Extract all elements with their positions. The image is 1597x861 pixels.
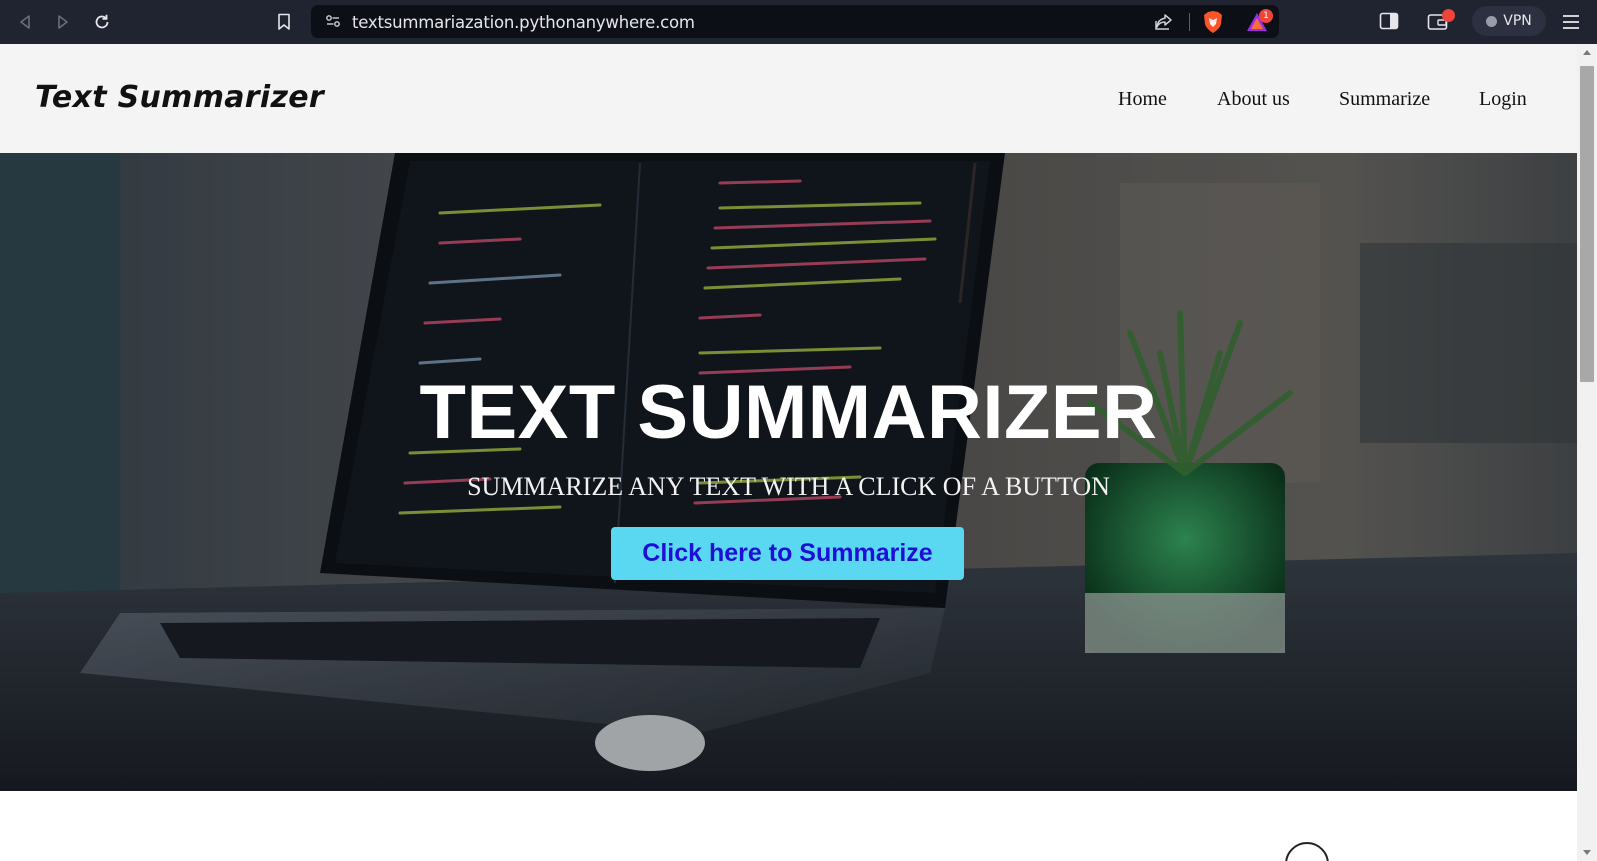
scrollbar-thumb[interactable] bbox=[1580, 66, 1594, 382]
vpn-label: VPN bbox=[1503, 13, 1532, 29]
nav-login[interactable]: Login bbox=[1479, 88, 1527, 111]
hero-title: TEXT SUMMARIZER bbox=[419, 370, 1158, 455]
menu-icon[interactable] bbox=[1561, 13, 1581, 31]
vpn-button[interactable]: VPN bbox=[1472, 6, 1546, 36]
browser-toolbar: textsummariazation.pythonanywhere.com 1 … bbox=[0, 0, 1597, 44]
share-icon[interactable] bbox=[1154, 12, 1174, 32]
page-viewport: Text Summarizer Home About us Summarize … bbox=[0, 44, 1577, 861]
page-scrollbar[interactable] bbox=[1577, 44, 1597, 861]
summarize-cta-button[interactable]: Click here to Summarize bbox=[611, 527, 964, 580]
scroll-up-icon[interactable] bbox=[1583, 50, 1591, 55]
toolbar-separator bbox=[1189, 13, 1190, 31]
site-info-icon[interactable] bbox=[325, 13, 341, 29]
nav-about-us[interactable]: About us bbox=[1217, 88, 1290, 111]
nav-home[interactable]: Home bbox=[1118, 88, 1167, 111]
section-icon bbox=[1285, 842, 1329, 861]
next-section bbox=[0, 791, 1577, 861]
bookmark-icon[interactable] bbox=[272, 10, 296, 34]
brave-shields-icon[interactable] bbox=[1202, 10, 1224, 34]
address-bar[interactable]: textsummariazation.pythonanywhere.com 1 bbox=[311, 5, 1279, 38]
nav-summarize[interactable]: Summarize bbox=[1339, 88, 1430, 111]
forward-icon[interactable] bbox=[51, 10, 75, 34]
reload-icon[interactable] bbox=[90, 10, 114, 34]
hero-section: TEXT SUMMARIZER SUMMARIZE ANY TEXT WITH … bbox=[0, 153, 1577, 791]
wallet-notification-dot bbox=[1442, 9, 1455, 22]
site-header: Text Summarizer Home About us Summarize … bbox=[0, 44, 1577, 153]
url-text[interactable]: textsummariazation.pythonanywhere.com bbox=[352, 13, 695, 32]
rewards-badge: 1 bbox=[1259, 9, 1273, 23]
hero-subtitle: SUMMARIZE ANY TEXT WITH A CLICK OF A BUT… bbox=[467, 472, 1110, 501]
scroll-down-icon[interactable] bbox=[1583, 850, 1591, 855]
back-icon[interactable] bbox=[13, 10, 37, 34]
vpn-status-icon bbox=[1486, 15, 1498, 27]
sidebar-icon[interactable] bbox=[1379, 12, 1399, 30]
site-nav: Home About us Summarize Login bbox=[0, 88, 1577, 118]
